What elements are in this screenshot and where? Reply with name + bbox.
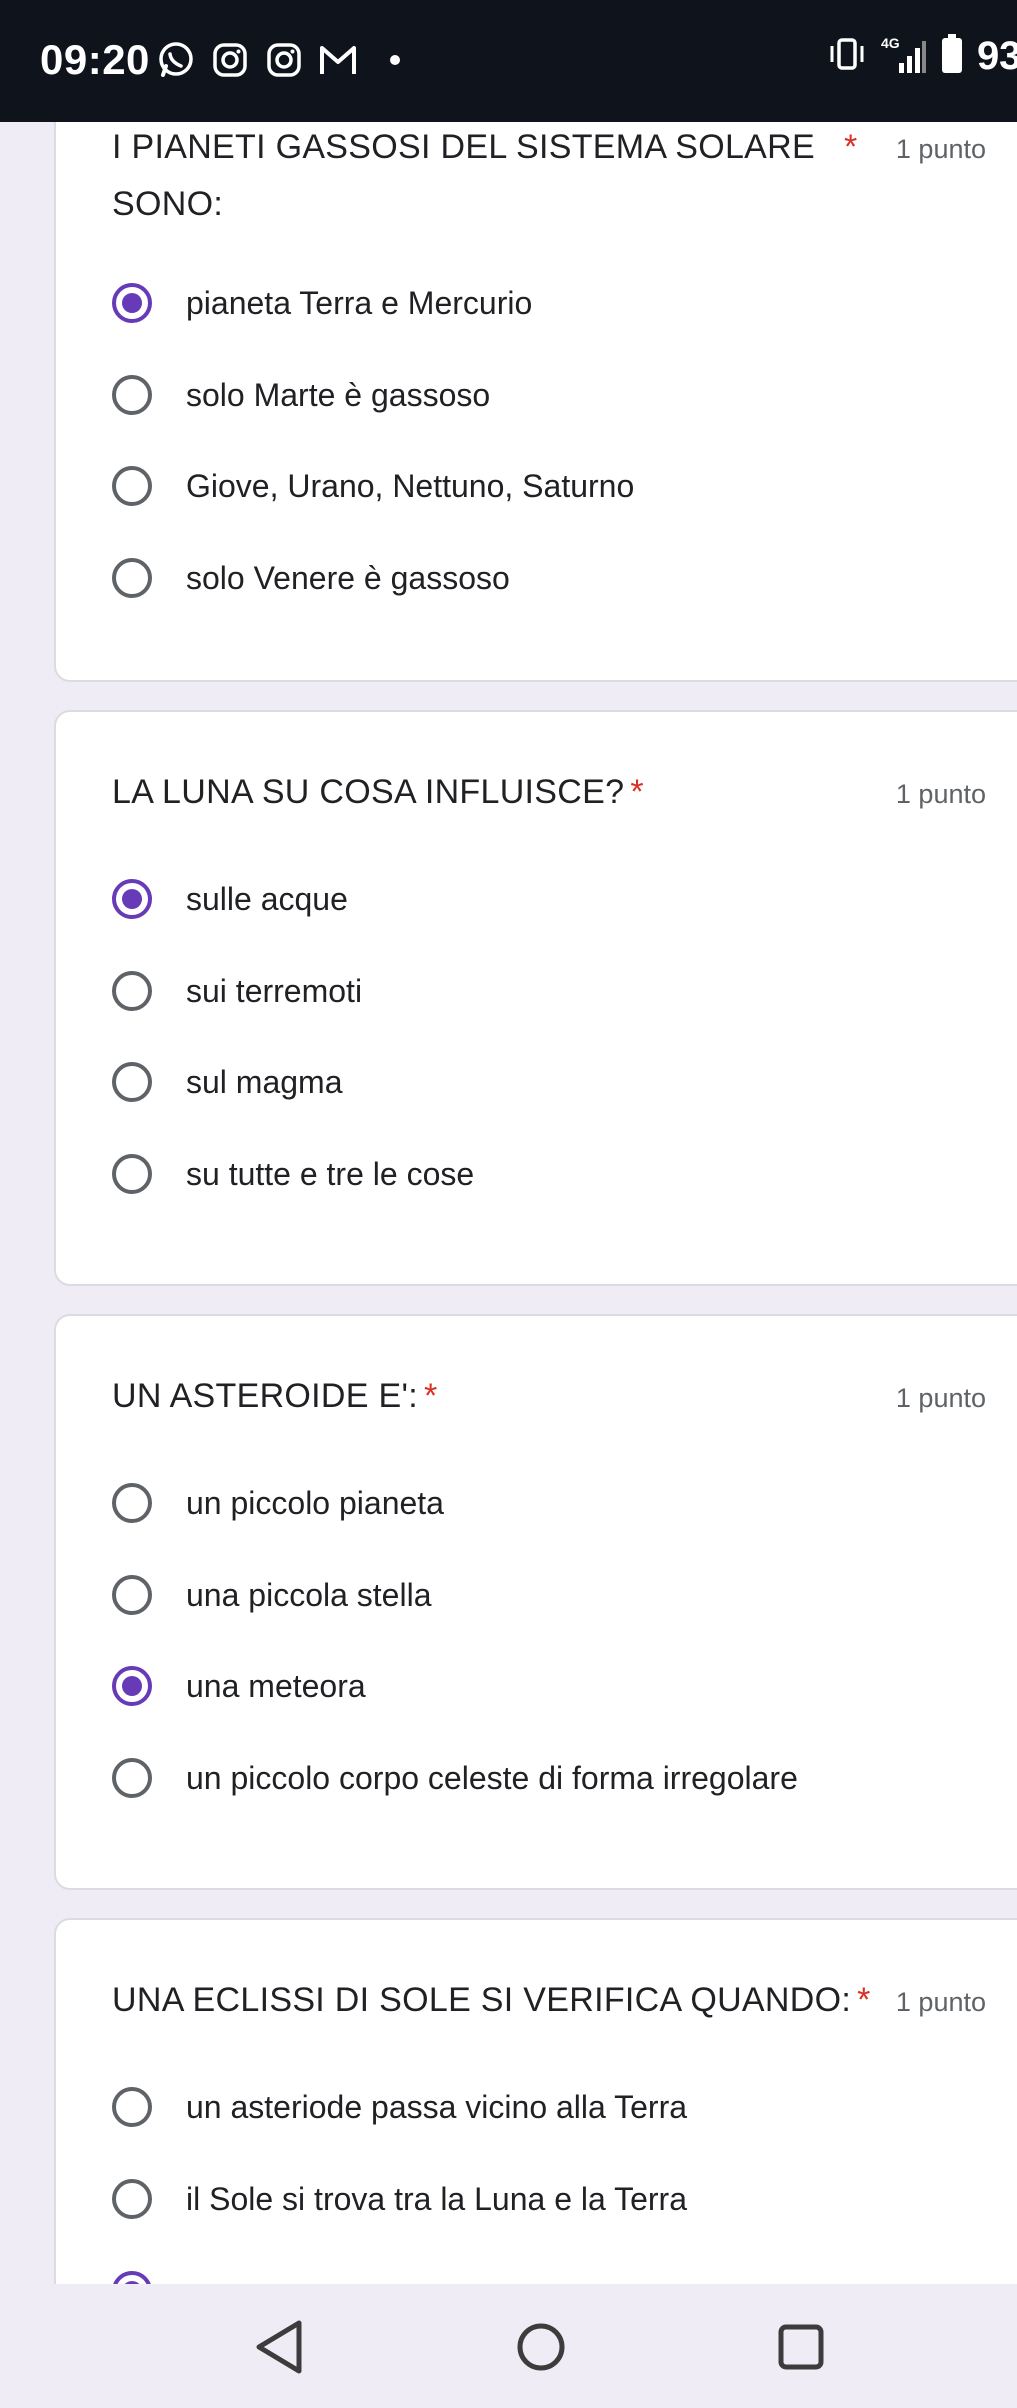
required-mark: *	[630, 773, 644, 811]
option-radio[interactable]: sui terremoti	[112, 961, 362, 1021]
option-radio[interactable]: un piccolo pianeta	[112, 1473, 444, 1533]
option-label: una piccola stella	[186, 1576, 432, 1613]
status-bar: 09:20 4G 93%	[0, 0, 1017, 122]
option-label: un piccolo pianeta	[186, 1484, 444, 1521]
question-title-text: UN ASTEROIDE E':	[112, 1377, 419, 1415]
radio-button-selected[interactable]	[112, 1666, 152, 1706]
battery-icon	[941, 34, 963, 79]
option-radio[interactable]: il Sole si trova tra la Luna e la Terra	[112, 2169, 687, 2229]
question-title-line1: I PIANETI GASSOSI DEL SISTEMA SOLARE	[112, 128, 815, 166]
question-card: UN ASTEROIDE E': * 1 punto un piccolo pia…	[54, 1314, 1017, 1890]
gmail-icon	[318, 40, 358, 80]
question-points: 1 punto	[895, 779, 986, 809]
option-label: sulle acque	[186, 880, 348, 917]
radio-button[interactable]	[112, 971, 152, 1011]
radio-button[interactable]	[112, 2179, 152, 2219]
question-card: LA LUNA SU COSA INFLUISCE? * 1 punto sull…	[54, 710, 1017, 1286]
radio-button[interactable]	[112, 1575, 152, 1615]
radio-button[interactable]	[112, 1483, 152, 1523]
radio-button-selected[interactable]	[112, 879, 152, 919]
recents-button[interactable]	[766, 2312, 836, 2382]
radio-button[interactable]	[112, 1758, 152, 1798]
required-mark: *	[844, 128, 858, 166]
question-title-text: LA LUNA SU COSA INFLUISCE?	[112, 773, 625, 811]
option-label: Giove, Urano, Nettuno, Saturno	[186, 467, 635, 504]
question-title-line2: SONO:	[112, 185, 224, 223]
battery-percent: 93%	[976, 34, 1017, 78]
option-label: su tutte e tre le cose	[186, 1155, 475, 1192]
notification-dot	[390, 55, 400, 65]
radio-button[interactable]	[112, 1154, 152, 1194]
instagram-icon	[264, 40, 304, 80]
radio-button-selected[interactable]	[112, 2271, 152, 2284]
option-radio[interactable]: un asteriode passa vicino alla Terra	[112, 2077, 687, 2137]
option-radio[interactable]	[112, 2261, 152, 2284]
option-label: solo Marte è gassoso	[186, 376, 491, 413]
back-icon	[256, 2320, 302, 2374]
option-label: solo Venere è gassoso	[186, 559, 510, 596]
question-points: 1 punto	[895, 1987, 986, 2017]
option-radio[interactable]: Giove, Urano, Nettuno, Saturno	[112, 456, 634, 516]
option-radio[interactable]: su tutte e tre le cose	[112, 1144, 474, 1204]
recents-icon	[778, 2324, 824, 2370]
option-label: una meteora	[186, 1667, 366, 1704]
radio-button[interactable]	[112, 558, 152, 598]
question-title: I PIANETI GASSOSI DEL SISTEMA SOLARE	[112, 122, 815, 174]
required-mark: *	[857, 1981, 871, 2019]
form-content[interactable]: I PIANETI GASSOSI DEL SISTEMA SOLARE * 1…	[0, 122, 1017, 2284]
option-radio[interactable]: una piccola stella	[112, 1565, 431, 1625]
signal-icon: 4G	[881, 35, 927, 75]
navigation-bar	[0, 2284, 1017, 2408]
radio-button[interactable]	[112, 466, 152, 506]
question-title: UN ASTEROIDE E': *	[112, 1369, 438, 1423]
option-radio[interactable]: solo Marte è gassoso	[112, 365, 490, 425]
radio-button[interactable]	[112, 1062, 152, 1102]
question-card: UNA ECLISSI DI SOLE SI VERIFICA QUANDO: *…	[54, 1918, 1017, 2284]
option-radio[interactable]: una meteora	[112, 1656, 366, 1716]
vibrate-icon	[827, 36, 867, 77]
back-button[interactable]	[244, 2312, 314, 2382]
option-radio[interactable]: pianeta Terra e Mercurio	[112, 273, 532, 333]
required-mark: *	[424, 1377, 438, 1415]
option-radio[interactable]: sulle acque	[112, 869, 348, 929]
option-label: pianeta Terra e Mercurio	[186, 284, 533, 321]
instagram-icon	[210, 40, 250, 80]
notification-icons	[156, 40, 400, 80]
question-points: 1 punto	[895, 134, 986, 164]
system-icons: 4G 93%	[827, 34, 1017, 79]
option-radio[interactable]: sul magma	[112, 1052, 343, 1112]
option-label: il Sole si trova tra la Luna e la Terra	[186, 2180, 687, 2217]
question-points: 1 punto	[895, 1383, 986, 1413]
whatsapp-icon	[156, 40, 196, 80]
radio-button[interactable]	[112, 375, 152, 415]
option-label: sul magma	[186, 1063, 343, 1100]
home-icon	[517, 2323, 565, 2371]
radio-button[interactable]	[112, 2087, 152, 2127]
option-label: sui terremoti	[186, 972, 363, 1009]
network-type: 4G	[880, 34, 900, 51]
option-label: un piccolo corpo celeste di forma irrego…	[186, 1759, 798, 1796]
question-title: LA LUNA SU COSA INFLUISCE? *	[112, 765, 644, 819]
option-radio[interactable]: un piccolo corpo celeste di forma irrego…	[112, 1748, 798, 1808]
question-title-text: UNA ECLISSI DI SOLE SI VERIFICA QUANDO:	[112, 1981, 852, 2019]
question-card: I PIANETI GASSOSI DEL SISTEMA SOLARE * 1…	[54, 122, 1017, 682]
option-radio[interactable]: solo Venere è gassoso	[112, 548, 510, 608]
radio-button-selected[interactable]	[112, 283, 152, 323]
status-time: 09:20	[40, 36, 150, 83]
question-title: UNA ECLISSI DI SOLE SI VERIFICA QUANDO: *	[112, 1973, 871, 2027]
option-label: un asteriode passa vicino alla Terra	[186, 2088, 688, 2125]
home-button[interactable]	[506, 2312, 576, 2382]
